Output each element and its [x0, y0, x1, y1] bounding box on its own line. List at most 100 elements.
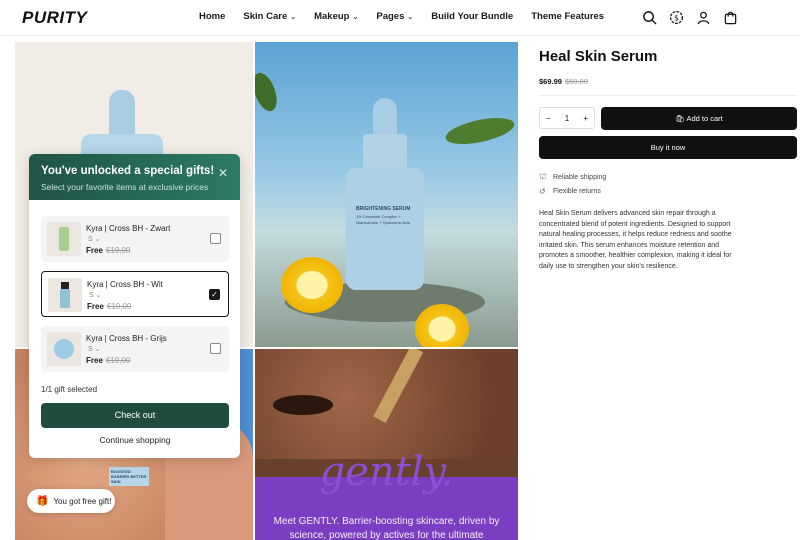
gift-popup-header: You've unlocked a special gifts! Select …: [29, 154, 240, 200]
gift-price-old: €19,00: [105, 356, 131, 365]
lemon-slice: [415, 304, 469, 347]
serum-label-sub: 1% Ceramide Complex + Niacinamide + Hyal…: [356, 214, 411, 225]
nav-theme-features[interactable]: Theme Features: [531, 11, 604, 22]
gallery-image-4[interactable]: gently. Meet GENTLY. Barrier-boosting sk…: [255, 349, 518, 540]
quantity-stepper[interactable]: − 1 +: [539, 107, 595, 129]
bottle-dropper: [109, 90, 135, 136]
gift-popup-title: You've unlocked a special gifts!: [41, 165, 215, 177]
nav-label: Build Your Bundle: [431, 11, 514, 22]
nav-label: Makeup: [314, 11, 350, 22]
main-nav: Home Skin Care ⌄ Makeup ⌄ Pages ⌄ Build You…: [199, 11, 622, 22]
gift-checkbox[interactable]: [210, 233, 221, 244]
leaf: [443, 112, 517, 150]
header-icons: $: [642, 10, 738, 25]
chevron-down-icon: ⌄: [94, 236, 101, 243]
gift-thumbnail: [48, 278, 82, 312]
gift-name: Kyra | Cross BH - Zwart: [86, 224, 171, 233]
gift-size-select[interactable]: S ⌄: [88, 235, 101, 243]
gift-price-free: Free: [87, 302, 104, 311]
quantity-value: 1: [564, 113, 570, 123]
free-gift-label: You got free gift!: [53, 496, 112, 506]
price-compare: $60.00: [564, 77, 588, 86]
price-current: $69.99: [539, 77, 562, 86]
feature-label: Reliable shipping: [553, 173, 607, 181]
buy-now-button[interactable]: Buy it now: [539, 136, 797, 159]
minus-icon[interactable]: −: [546, 114, 551, 123]
gift-price-old: €19,00: [105, 246, 131, 255]
feature-label: Flexible returns: [553, 188, 601, 195]
gift-name: Kyra | Cross BH - Wit: [87, 280, 163, 289]
bag-icon: 🛍: [675, 114, 685, 123]
serum-label-title: BRIGHTENING SERUM: [356, 206, 411, 212]
serum-neck: [363, 134, 407, 170]
gift-price-free: Free: [86, 246, 103, 255]
feature-shipping: ⛫ Reliable shipping: [539, 172, 606, 182]
product-price: $69.99 $60.00: [539, 77, 797, 86]
cart-icon[interactable]: [723, 10, 738, 25]
nav-label: Skin Care: [243, 11, 288, 22]
tube-label: BOOSTED BARRIER BETTER SKIN: [109, 467, 149, 486]
gift-checkbox[interactable]: [210, 343, 221, 354]
product-description: Heal Skin Serum delivers advanced skin r…: [539, 210, 732, 270]
gift-icon: 🎁: [36, 495, 49, 507]
nav-build-your-bundle[interactable]: Build Your Bundle: [431, 11, 513, 22]
svg-text:$: $: [674, 13, 679, 22]
nav-home[interactable]: Home: [199, 11, 225, 22]
account-icon[interactable]: [696, 10, 711, 25]
continue-shopping-button[interactable]: Continue shopping: [41, 435, 229, 451]
gift-popup: You've unlocked a special gifts! Select …: [29, 154, 240, 458]
truck-icon: ⛫: [539, 172, 547, 181]
gift-popup-subtitle: Select your favorite items at exclusive …: [41, 182, 209, 192]
gift-size: S: [88, 236, 93, 243]
add-to-cart-button[interactable]: 🛍 Add to cart: [601, 107, 797, 130]
chevron-down-icon: ⌄: [407, 13, 414, 21]
search-icon[interactable]: [642, 10, 657, 25]
gift-checkbox-checked[interactable]: ✓: [209, 289, 220, 300]
gift-size: S: [88, 346, 93, 353]
checkout-button[interactable]: Check out: [41, 403, 229, 428]
chevron-down-icon: ⌄: [290, 13, 297, 21]
add-to-cart-label: Add to cart: [686, 114, 723, 123]
nav-skin-care[interactable]: Skin Care ⌄: [243, 11, 296, 22]
brand-tagline: Meet GENTLY. Barrier-boosting skincare, …: [273, 516, 500, 540]
gift-price: Free €19,00: [86, 246, 130, 255]
gift-price-old: €19,00: [106, 302, 132, 311]
lemon-slice: [281, 257, 343, 313]
logo[interactable]: PURITY: [22, 8, 87, 28]
nav-label: Pages: [376, 11, 405, 22]
gift-price: Free €19,00: [87, 302, 131, 311]
return-icon: ↺: [539, 187, 546, 196]
gift-selected-count: 1/1 gift selected: [41, 385, 98, 394]
model-eye: [273, 395, 333, 415]
plus-icon[interactable]: +: [583, 114, 588, 123]
chevron-down-icon: ⌄: [94, 346, 101, 353]
feature-returns: ↺ Flexible returns: [539, 187, 601, 196]
product-info: Heal Skin Serum $69.99 $60.00 − 1 + 🛍 Add…: [539, 42, 797, 270]
gift-size-select[interactable]: S ⌄: [89, 291, 102, 299]
gift-name: Kyra | Cross BH - Grijs: [86, 334, 167, 343]
serum-dropper: [373, 98, 397, 138]
free-gift-chip[interactable]: 🎁 You got free gift!: [27, 489, 115, 513]
gallery-image-2[interactable]: BRIGHTENING SERUM 1% Ceramide Complex + …: [255, 42, 518, 347]
gift-option-wit[interactable]: Kyra | Cross BH - Wit S ⌄ Free €19,00 ✓: [41, 271, 229, 317]
nav-label: Home: [199, 11, 226, 22]
nav-makeup[interactable]: Makeup ⌄: [314, 11, 358, 22]
gift-price: Free €19,00: [86, 356, 130, 365]
gift-option-zwart[interactable]: Kyra | Cross BH - Zwart S ⌄ Free €19,00: [41, 216, 229, 262]
divider: [539, 95, 797, 96]
gift-size: S: [89, 292, 94, 299]
brand-word: gently.: [319, 449, 454, 495]
gift-option-grijs[interactable]: Kyra | Cross BH - Grijs S ⌄ Free €19,00: [41, 326, 229, 372]
gift-size-select[interactable]: S ⌄: [88, 345, 101, 353]
gift-thumbnail: [47, 332, 81, 366]
site-header: PURITY Home Skin Care ⌄ Makeup ⌄ Pages ⌄ Bu…: [0, 0, 800, 36]
gift-thumbnail: [47, 222, 81, 256]
chevron-down-icon: ⌄: [352, 13, 359, 21]
serum-label: BRIGHTENING SERUM 1% Ceramide Complex + …: [356, 206, 416, 226]
currency-icon[interactable]: $: [669, 10, 684, 25]
close-icon[interactable]: ✕: [218, 166, 228, 180]
nav-pages[interactable]: Pages ⌄: [376, 11, 413, 22]
chevron-down-icon: ⌄: [95, 292, 102, 299]
serum-bottle: BRIGHTENING SERUM 1% Ceramide Complex + …: [346, 168, 424, 290]
gift-price-free: Free: [86, 356, 103, 365]
